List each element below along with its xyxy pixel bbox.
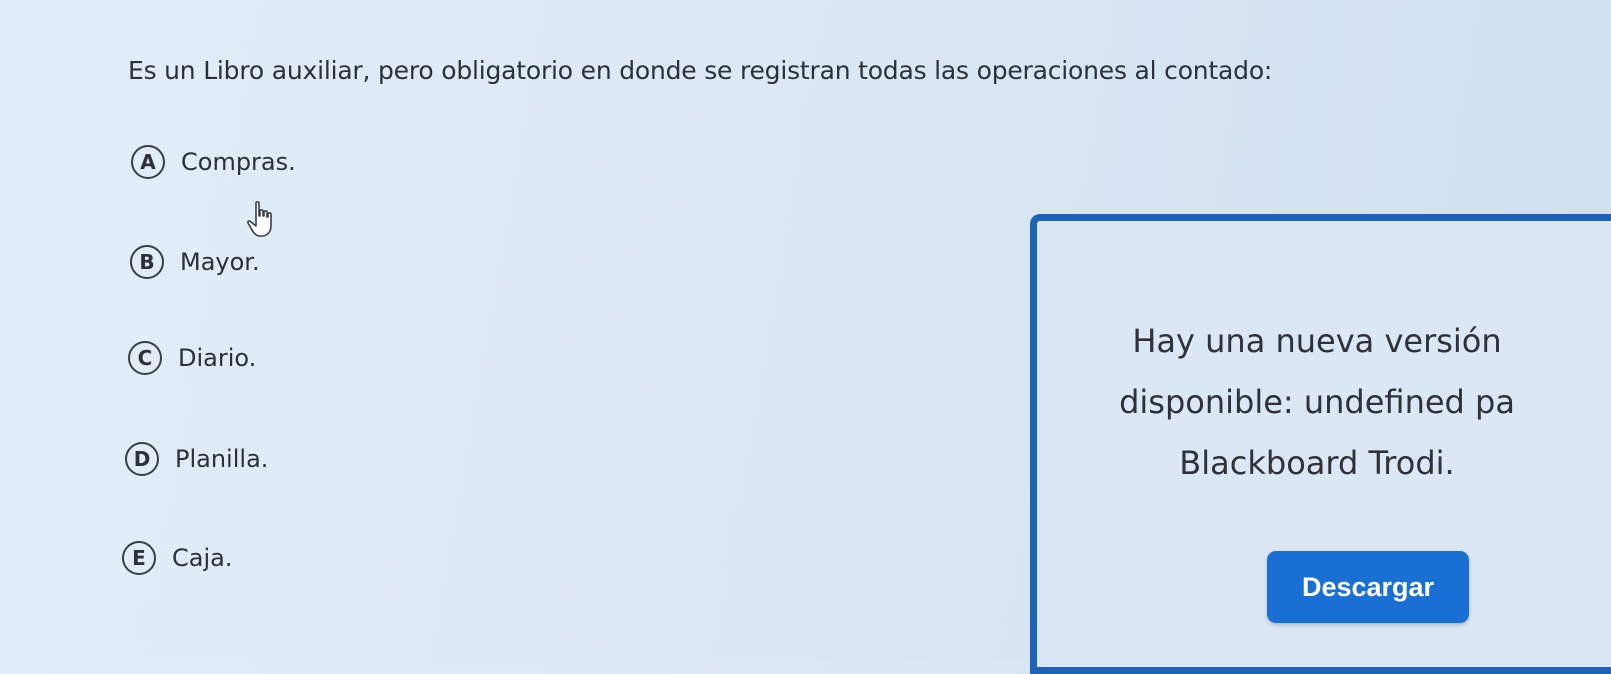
option-d-label: Planilla. <box>175 445 269 473</box>
option-c-label: Diario. <box>178 344 257 372</box>
option-c-badge: C <box>128 341 162 375</box>
option-b-label: Mayor. <box>180 248 260 276</box>
option-d-badge: D <box>125 442 159 476</box>
option-b-badge: B <box>130 245 164 279</box>
update-popup: Hay una nueva versión disponible: undefi… <box>1030 214 1611 674</box>
option-e-label: Caja. <box>172 544 233 572</box>
option-d[interactable]: D Planilla. <box>125 442 268 476</box>
option-e-badge: E <box>122 541 156 575</box>
update-message-line: disponible: undefined pa <box>1119 383 1515 421</box>
update-message: Hay una nueva versión disponible: undefi… <box>1037 311 1597 494</box>
option-b[interactable]: B Mayor. <box>130 245 260 279</box>
answer-options: A Compras. B Mayor. C Diario. D Planilla… <box>0 0 1000 659</box>
option-a-badge: A <box>131 145 165 179</box>
option-a-label: Compras. <box>181 148 296 176</box>
option-c[interactable]: C Diario. <box>128 341 256 375</box>
hand-pointer-icon <box>247 201 272 237</box>
option-a[interactable]: A Compras. <box>131 145 296 179</box>
update-message-line: Hay una nueva versión <box>1132 322 1502 360</box>
option-e[interactable]: E Caja. <box>122 541 232 575</box>
update-message-line: Blackboard Trodi. <box>1179 444 1455 482</box>
download-button[interactable]: Descargar <box>1267 551 1469 623</box>
